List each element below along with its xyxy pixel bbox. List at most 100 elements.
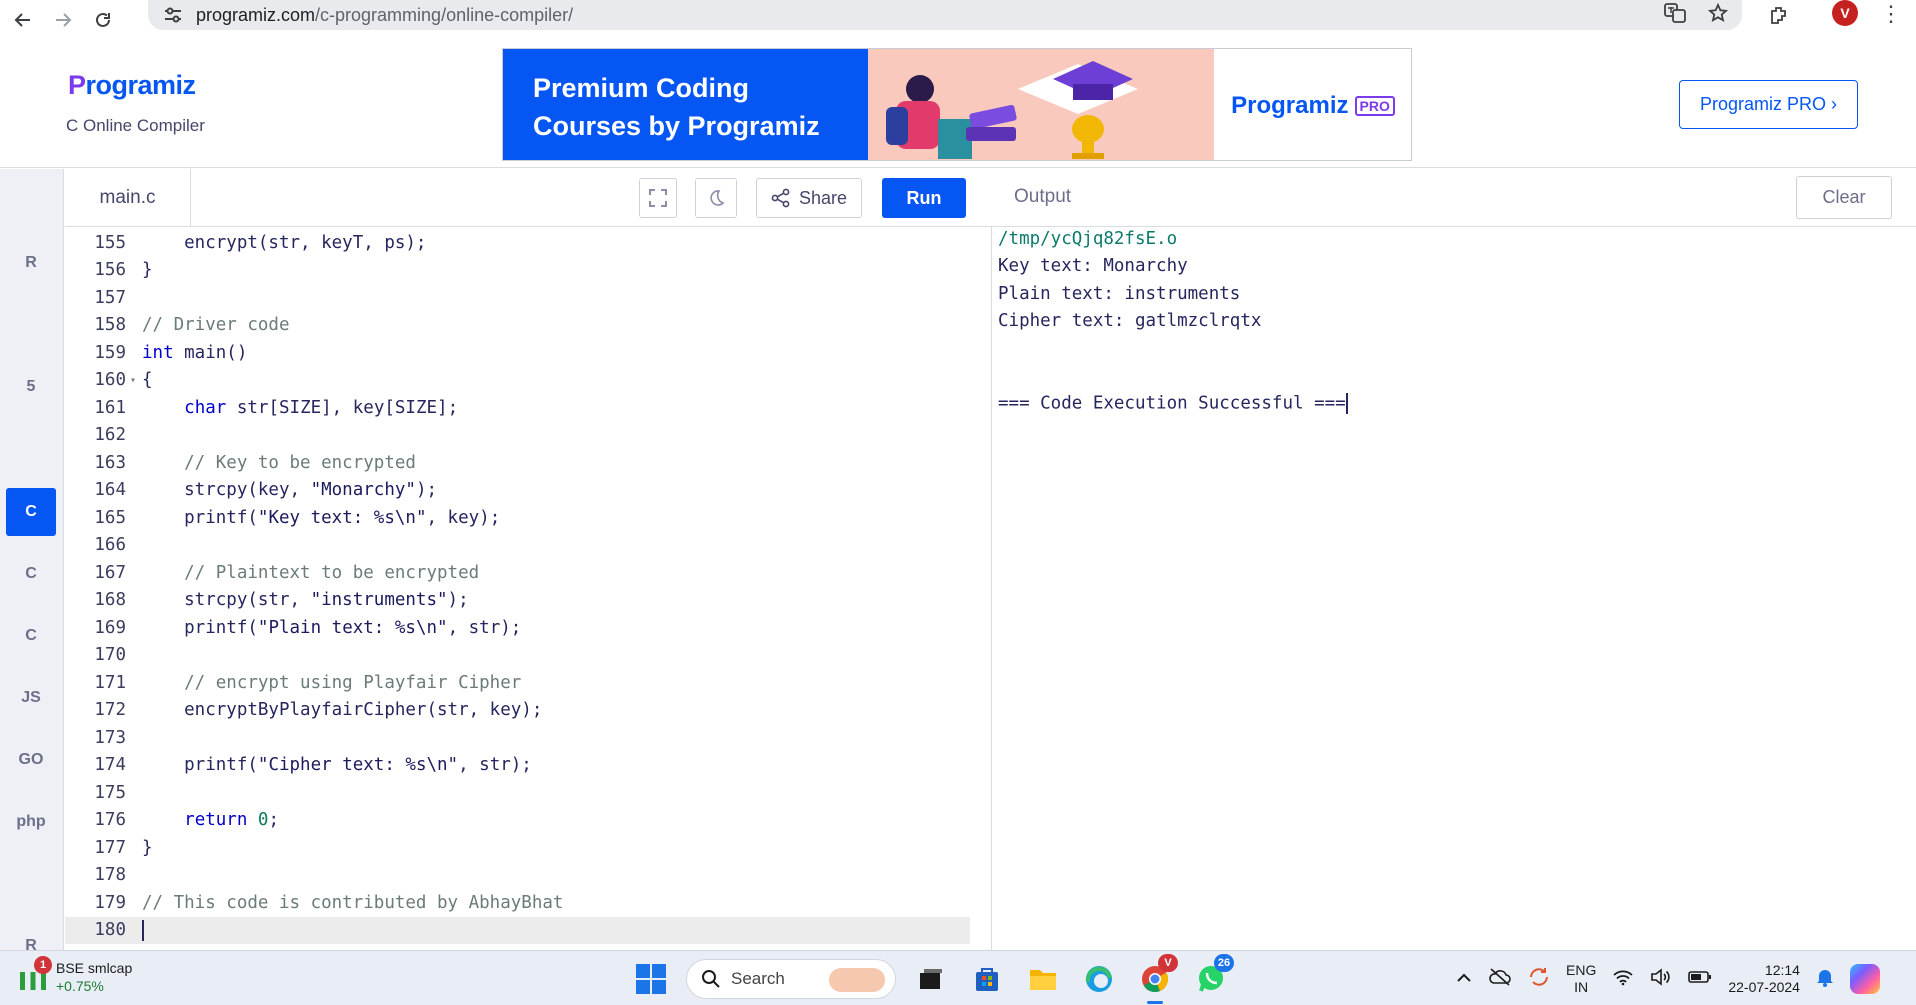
- code-line[interactable]: 164 strcpy(key, "Monarchy");: [65, 477, 970, 505]
- site-header: Programiz C Online Compiler Premium Codi…: [0, 40, 1916, 168]
- code-line[interactable]: 163 // Key to be encrypted: [65, 449, 970, 477]
- browser-menu-icon[interactable]: ⋮: [1876, 0, 1906, 28]
- r-icon[interactable]: R: [6, 239, 56, 287]
- bookmark-star-icon[interactable]: [1707, 2, 1729, 28]
- cpp-icon[interactable]: C: [6, 550, 56, 598]
- code-line[interactable]: 177}: [65, 834, 970, 862]
- folder-icon: [1030, 970, 1056, 990]
- stock-change: +0.75%: [56, 978, 104, 994]
- code-line[interactable]: 159 int main(): [65, 339, 970, 367]
- database-icon[interactable]: [6, 301, 56, 349]
- go-icon[interactable]: GO: [6, 736, 56, 784]
- back-icon[interactable]: [6, 3, 40, 37]
- stock-widget[interactable]: 1 BSE smlcap +0.75%: [18, 956, 132, 995]
- code-token: "instruments": [310, 590, 448, 611]
- code-line[interactable]: 172 encryptByPlayfairCipher(str, key);: [65, 697, 970, 725]
- copilot-icon[interactable]: [1849, 964, 1880, 994]
- code-line[interactable]: 167 // Plaintext to be encrypted: [65, 559, 970, 587]
- code-line[interactable]: 173: [65, 724, 970, 752]
- code-line[interactable]: 178: [65, 862, 970, 890]
- code-line[interactable]: 158 // Driver code: [65, 312, 970, 340]
- code-line[interactable]: 165 printf("Key text: %s\n", key);: [65, 504, 970, 532]
- promo-banner[interactable]: Premium Coding Courses by Programiz Prog…: [502, 48, 1412, 161]
- clear-button[interactable]: Clear: [1796, 176, 1892, 219]
- code-editor[interactable]: ▲ 155 encrypt(str, keyT, ps);156}157158/…: [65, 227, 992, 950]
- code-line[interactable]: 156}: [65, 257, 970, 285]
- input-language[interactable]: ENG IN: [1566, 962, 1596, 996]
- store-button[interactable]: [966, 958, 1008, 1000]
- code-token: // Key to be encrypted: [142, 452, 416, 473]
- wifi-icon[interactable]: [1612, 968, 1634, 991]
- taskbar-search[interactable]: Search: [686, 959, 896, 999]
- csharp-icon[interactable]: C: [6, 612, 56, 660]
- code-line[interactable]: 160 ▾{: [65, 367, 970, 395]
- python-icon[interactable]: [6, 177, 56, 225]
- line-number: 155: [94, 232, 126, 253]
- banner-line-2: Courses by Programiz: [533, 111, 820, 141]
- rust-icon[interactable]: R: [6, 922, 56, 950]
- code-text: [140, 919, 144, 941]
- task-view-button[interactable]: [910, 958, 952, 1000]
- code-line[interactable]: 174 printf("Cipher text: %s\n", str);: [65, 752, 970, 780]
- code-line[interactable]: 157: [65, 284, 970, 312]
- reload-icon[interactable]: [86, 3, 120, 37]
- forward-icon[interactable]: [46, 3, 80, 37]
- sync-icon[interactable]: [1528, 967, 1550, 992]
- url-text[interactable]: programiz.com/c-programming/online-compi…: [196, 5, 573, 26]
- code-line[interactable]: 171 // encrypt using Playfair Cipher: [65, 669, 970, 697]
- volume-icon[interactable]: [1650, 967, 1672, 991]
- translate-icon[interactable]: [1664, 2, 1686, 28]
- share-button[interactable]: Share: [756, 178, 862, 218]
- text-cursor: [142, 919, 144, 941]
- code-line[interactable]: 179 // This code is contributed by AbhayB…: [65, 889, 970, 917]
- dark-mode-icon[interactable]: [695, 178, 737, 218]
- java-icon[interactable]: [6, 425, 56, 473]
- code-line[interactable]: 162: [65, 422, 970, 450]
- code-text: }: [140, 260, 153, 280]
- php-icon[interactable]: php: [6, 798, 56, 846]
- fold-toggle-icon[interactable]: ▾: [126, 375, 140, 386]
- chrome-button[interactable]: V: [1134, 954, 1178, 1004]
- code-text: strcpy(key, "Monarchy");: [140, 480, 437, 500]
- programiz-logo[interactable]: Programiz: [68, 70, 196, 101]
- file-tab-main-c[interactable]: main.c: [65, 169, 191, 227]
- code-line[interactable]: 175: [65, 779, 970, 807]
- file-explorer-button[interactable]: [1022, 958, 1064, 1000]
- code-text: // This code is contributed by AbhayBhat: [140, 893, 563, 913]
- js-icon[interactable]: JS: [6, 674, 56, 722]
- swift-icon[interactable]: [6, 860, 56, 908]
- battery-icon[interactable]: [1688, 970, 1712, 989]
- code-line[interactable]: 168 strcpy(str, "instruments");: [65, 587, 970, 615]
- run-button[interactable]: Run: [882, 178, 966, 218]
- code-line[interactable]: 155 encrypt(str, keyT, ps);: [65, 229, 970, 257]
- output-console[interactable]: /tmp/ycQjq82fsE.o Key text: Monarchy Plain…: [992, 227, 1916, 950]
- code-line[interactable]: 169 printf("Plain text: %s\n", str);: [65, 614, 970, 642]
- cloud-offline-icon[interactable]: [1488, 967, 1512, 991]
- line-number: 160: [94, 370, 126, 391]
- c-icon[interactable]: C: [6, 488, 56, 536]
- fullscreen-icon[interactable]: [639, 178, 677, 218]
- code-line[interactable]: 180: [65, 916, 970, 944]
- programiz-pro-button[interactable]: Programiz PRO ›: [1679, 80, 1858, 129]
- line-number: 176: [94, 810, 126, 831]
- start-button[interactable]: [630, 958, 672, 1000]
- code-text: return 0;: [140, 810, 279, 830]
- notification-bell-icon[interactable]: [1816, 967, 1834, 992]
- code-line[interactable]: 170: [65, 642, 970, 670]
- code-token: "Key text: %s\n": [257, 507, 427, 528]
- address-bar[interactable]: programiz.com/c-programming/online-compi…: [148, 0, 1742, 30]
- profile-avatar[interactable]: V: [1832, 0, 1858, 26]
- clock[interactable]: 12:14 22-07-2024: [1728, 962, 1800, 996]
- extensions-icon[interactable]: [1762, 0, 1796, 30]
- html5-icon[interactable]: 5: [6, 363, 56, 411]
- url-path: /c-programming/online-compiler/: [315, 4, 574, 25]
- code-line[interactable]: 161 char str[SIZE], key[SIZE];: [65, 394, 970, 422]
- line-number: 159: [94, 342, 126, 363]
- edge-button[interactable]: [1078, 958, 1120, 1000]
- whatsapp-button[interactable]: 26: [1190, 954, 1234, 1000]
- running-indicator: [1147, 1001, 1163, 1004]
- chevron-up-icon[interactable]: [1456, 970, 1472, 988]
- code-line[interactable]: 166: [65, 532, 970, 560]
- code-line[interactable]: 176 return 0;: [65, 807, 970, 835]
- site-settings-icon[interactable]: [162, 4, 184, 26]
